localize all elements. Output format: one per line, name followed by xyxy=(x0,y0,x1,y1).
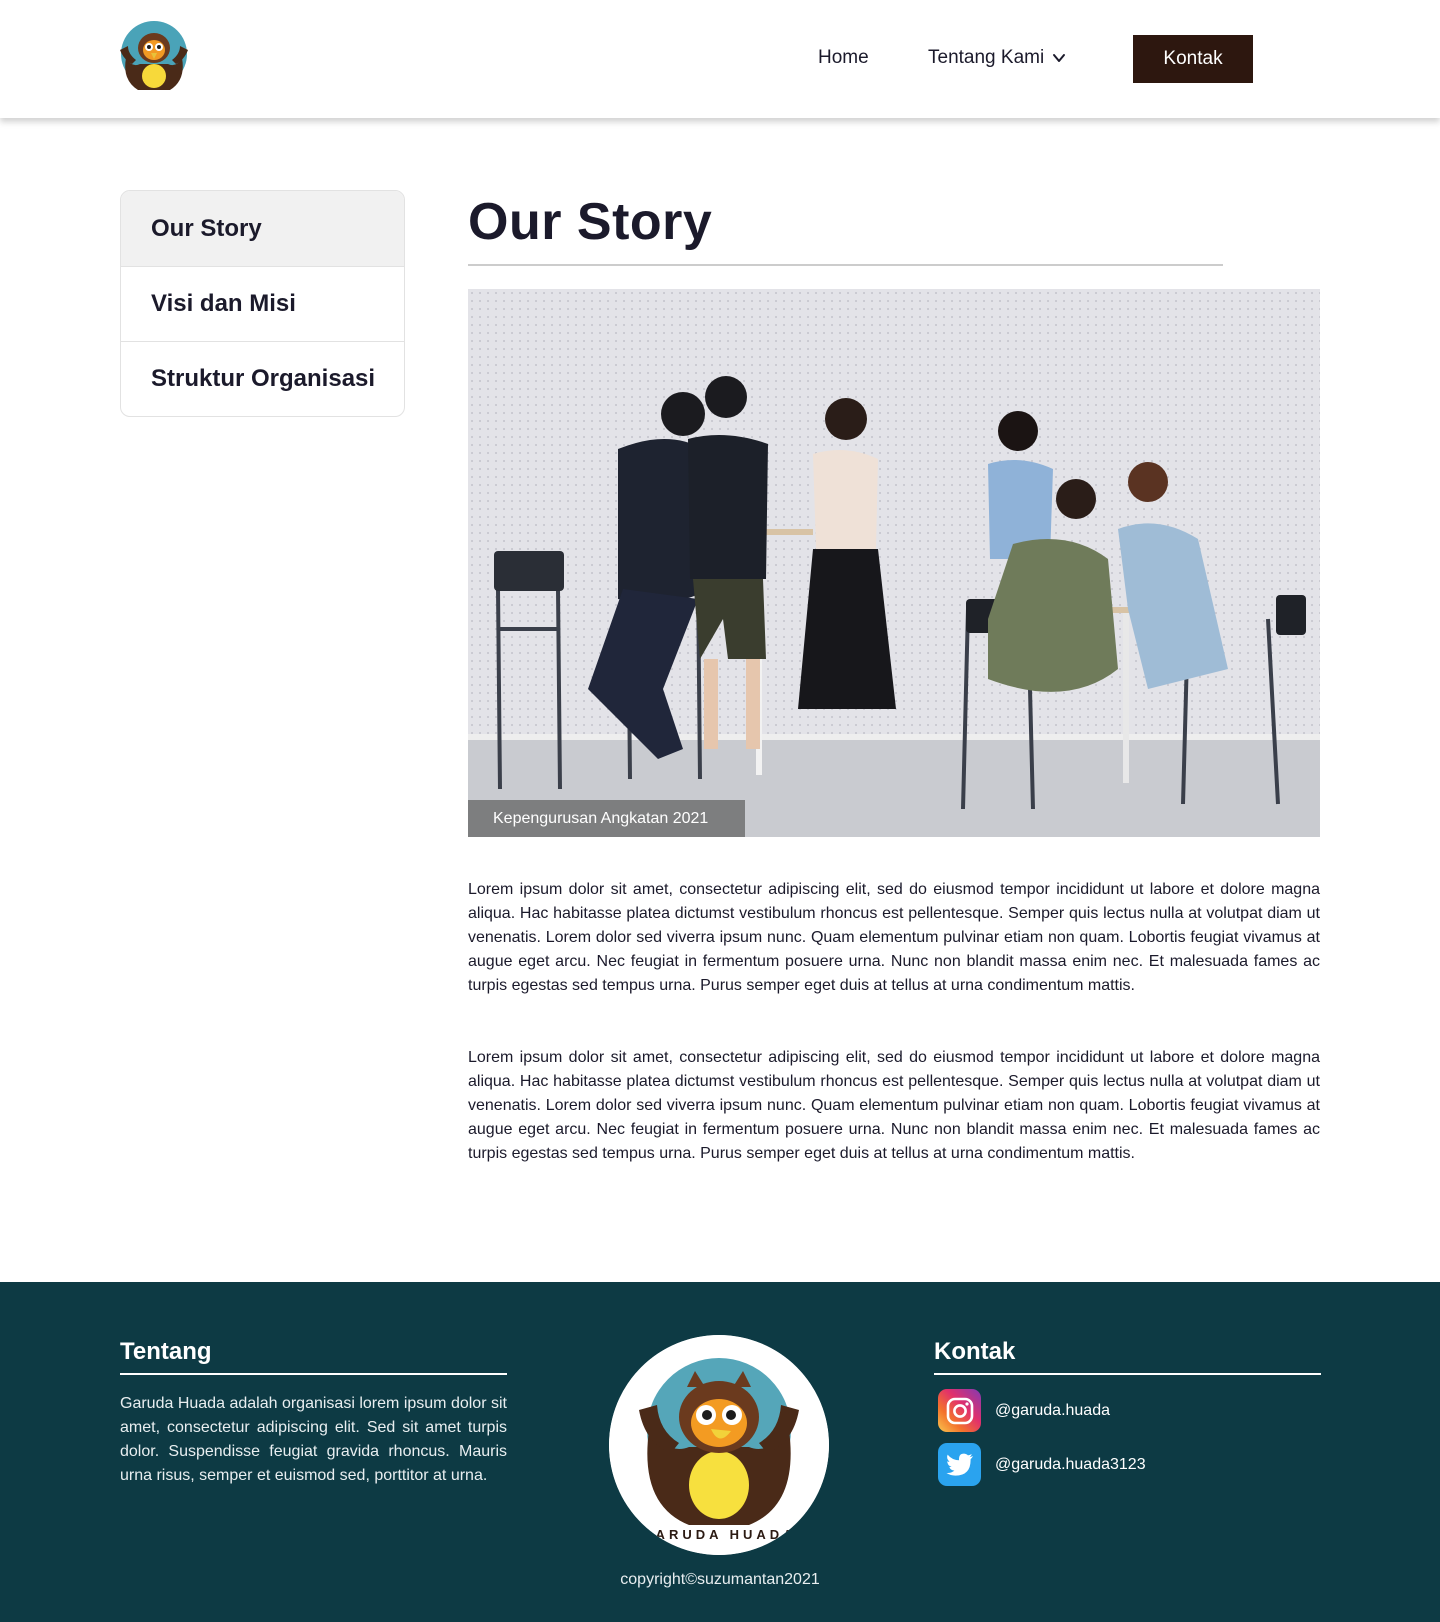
sidebar-item-label: Visi dan Misi xyxy=(151,290,296,317)
contact-button-label: Kontak xyxy=(1163,48,1223,69)
footer-contact-divider xyxy=(934,1373,1321,1375)
instagram-icon xyxy=(938,1389,981,1432)
photo-caption: Kepengurusan Angkatan 2021 xyxy=(468,800,745,837)
owl-logo-icon[interactable] xyxy=(118,20,190,100)
twitter-icon xyxy=(938,1443,981,1486)
svg-text:GARUDA HUADA: GARUDA HUADA xyxy=(641,1527,796,1542)
nav-about-dropdown[interactable]: Tentang Kami xyxy=(928,34,1066,82)
story-paragraph-1: Lorem ipsum dolor sit amet, consectetur … xyxy=(468,881,1320,994)
twitter-handle: @garuda.huada3123 xyxy=(995,1455,1146,1473)
footer-about-divider xyxy=(120,1373,507,1375)
footer-about-text: Garuda Huada adalah organisasi lorem ips… xyxy=(120,1395,507,1484)
sidebar-item-label: Our Story xyxy=(151,214,262,242)
story-paragraph-2: Lorem ipsum dolor sit amet, consectetur … xyxy=(468,1049,1320,1162)
sidebar-item-our-story[interactable]: Our Story xyxy=(121,191,404,266)
instagram-handle: @garuda.huada xyxy=(995,1401,1110,1419)
copyright-text: copyright©suzumantan2021 xyxy=(620,1571,820,1588)
team-photo: Kepengurusan Angkatan 2021 xyxy=(468,289,1320,837)
owl-logo-icon: GARUDA HUADA xyxy=(609,1335,829,1555)
contact-button[interactable]: Kontak xyxy=(1133,35,1253,83)
page-title: Our Story xyxy=(468,193,713,251)
title-divider xyxy=(468,264,1223,266)
footer-contact-heading: Kontak xyxy=(934,1338,1016,1365)
footer-about-heading: Tentang xyxy=(120,1338,212,1365)
nav-home-link[interactable]: Home xyxy=(818,34,869,82)
instagram-link[interactable]: @garuda.huada xyxy=(938,1389,1110,1432)
site-footer: Tentang Garuda Huada adalah organisasi l… xyxy=(0,1282,1440,1622)
sidebar-item-struktur-organisasi[interactable]: Struktur Organisasi xyxy=(121,341,404,416)
sidebar-item-visi-misi[interactable]: Visi dan Misi xyxy=(121,266,404,341)
chevron-down-icon xyxy=(1053,54,1066,62)
site-header: Home Tentang Kami Kontak xyxy=(0,0,1440,118)
sidebar-item-label: Struktur Organisasi xyxy=(151,365,376,392)
twitter-link[interactable]: @garuda.huada3123 xyxy=(938,1443,1146,1486)
nav-home-label: Home xyxy=(818,47,869,68)
section-menu: Our Story Visi dan Misi Struktur Organis… xyxy=(120,190,405,417)
nav-about-label: Tentang Kami xyxy=(928,47,1045,68)
